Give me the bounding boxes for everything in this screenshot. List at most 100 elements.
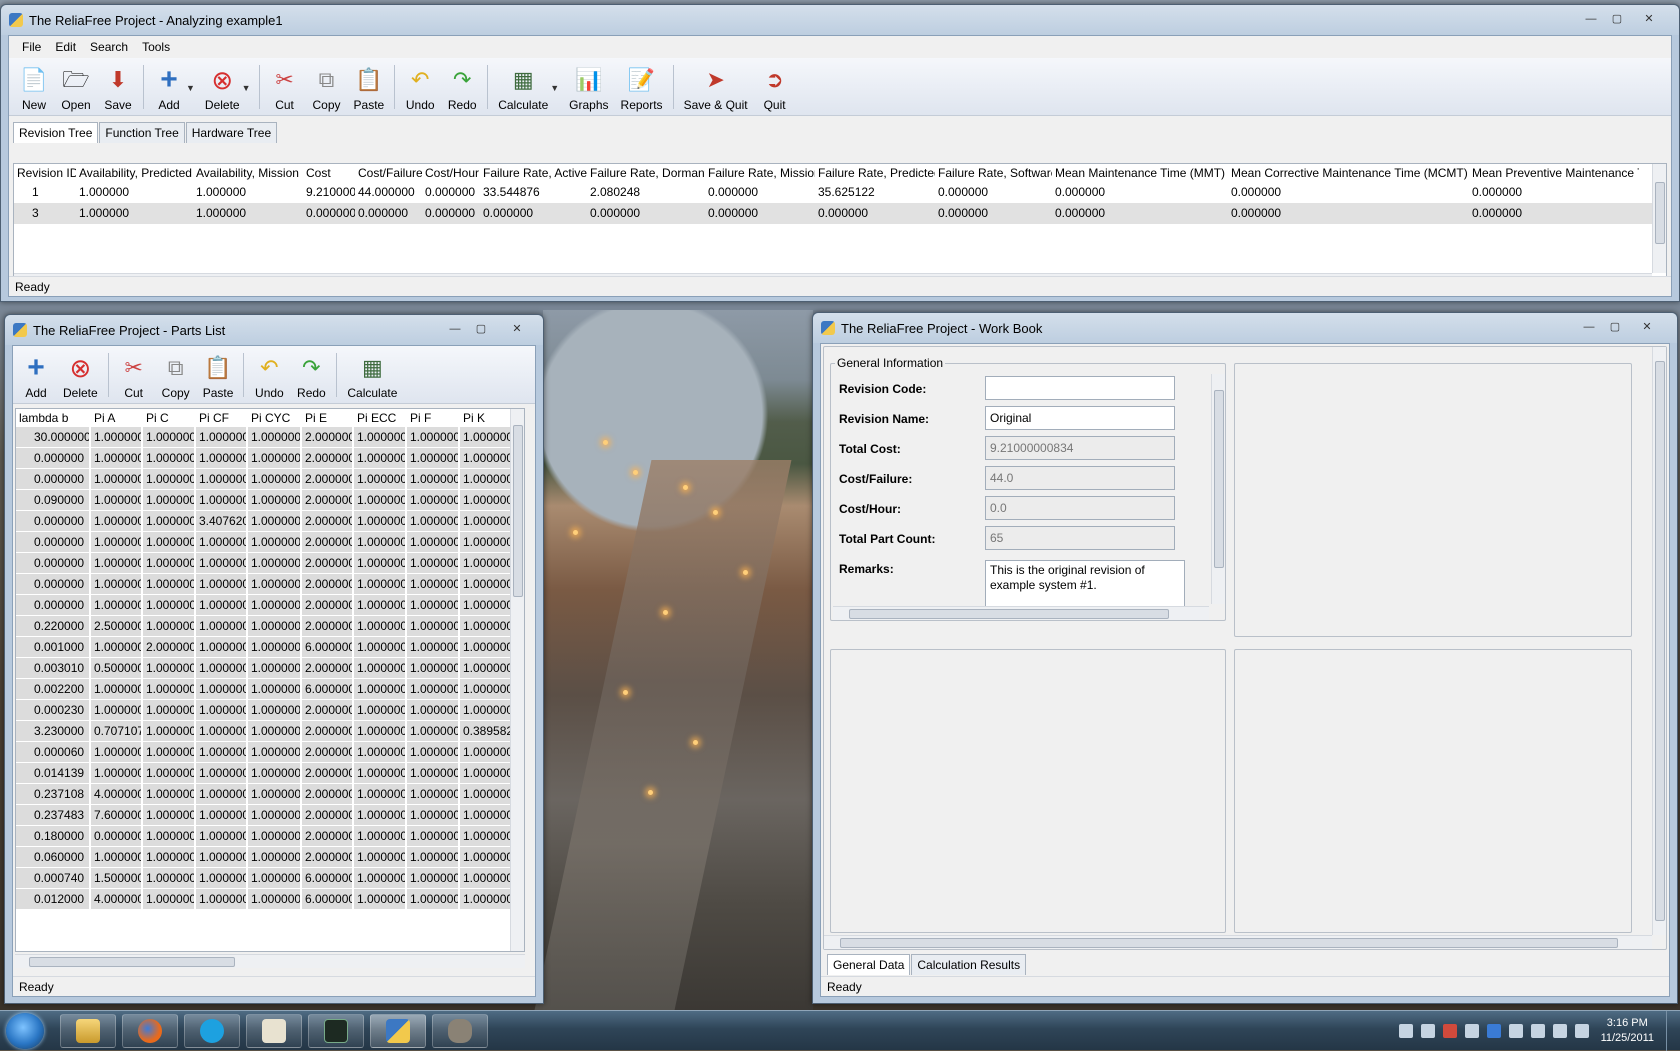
table-row[interactable]: 0.012000 4.000000 1.000000 1.000000 1.000000… xyxy=(16,889,524,910)
taskbar-python[interactable] xyxy=(370,1014,426,1048)
tray-icon[interactable] xyxy=(1420,1024,1435,1038)
table-cell[interactable]: 1.000000 xyxy=(248,826,302,847)
table-row[interactable]: 1 1.000000 1.000000 9.210000 44.000000 0.0000… xyxy=(14,182,1666,203)
table-cell[interactable]: 1.000000 xyxy=(196,490,248,511)
table-cell[interactable]: 1.000000 xyxy=(91,490,143,511)
table-cell[interactable]: 1.000000 xyxy=(196,553,248,574)
network-icon[interactable] xyxy=(1552,1024,1567,1038)
table-cell[interactable]: 1.000000 xyxy=(407,763,460,784)
column-header[interactable]: Failure Rate, Active xyxy=(480,164,587,182)
table-cell[interactable]: 1.000000 xyxy=(196,721,248,742)
table-cell[interactable]: 1.000000 xyxy=(354,826,407,847)
table-cell[interactable]: 1.000000 xyxy=(91,574,143,595)
table-cell[interactable]: 1.000000 xyxy=(91,637,143,658)
workbook-vscroll[interactable] xyxy=(1652,347,1666,935)
table-cell[interactable]: 1.000000 xyxy=(196,448,248,469)
table-cell[interactable]: 1.000000 xyxy=(91,742,143,763)
table-cell[interactable]: 1 xyxy=(14,182,76,203)
table-cell[interactable]: 30.000000 xyxy=(16,427,91,448)
table-cell[interactable]: 0.090000 xyxy=(16,490,91,511)
column-header[interactable]: Failure Rate, Dormant xyxy=(587,164,705,182)
table-cell[interactable]: 0.220000 xyxy=(16,616,91,637)
table-cell[interactable]: 1.000000 xyxy=(143,679,196,700)
table-cell[interactable]: 2.000000 xyxy=(143,637,196,658)
column-header[interactable]: Pi CF xyxy=(196,409,248,427)
maximize-button[interactable]: ▢ xyxy=(1605,11,1629,27)
table-cell[interactable]: 35.625122 xyxy=(815,182,935,203)
taskbar-terminal[interactable] xyxy=(308,1014,364,1048)
table-cell[interactable]: 0.237483 xyxy=(16,805,91,826)
table-cell[interactable]: 1.000000 xyxy=(407,889,460,910)
table-row[interactable]: 0.000000 1.000000 1.000000 1.000000 1.000000… xyxy=(16,553,524,574)
table-cell[interactable]: 1.000000 xyxy=(460,511,512,532)
cut-button[interactable]: ✂ Cut xyxy=(264,65,306,115)
table-cell[interactable]: 1.000000 xyxy=(407,511,460,532)
column-header[interactable]: Pi E xyxy=(302,409,354,427)
table-cell[interactable]: 1.000000 xyxy=(196,826,248,847)
table-cell[interactable]: 1.000000 xyxy=(143,490,196,511)
table-row[interactable]: 0.000000 1.000000 1.000000 1.000000 1.000000… xyxy=(16,448,524,469)
table-cell[interactable]: 1.000000 xyxy=(143,553,196,574)
table-cell[interactable]: 1.000000 xyxy=(354,868,407,889)
table-cell[interactable]: 44.000000 xyxy=(355,182,422,203)
table-cell[interactable]: 1.000000 xyxy=(354,616,407,637)
scroll-thumb[interactable] xyxy=(29,957,235,967)
table-cell[interactable]: 1.000000 xyxy=(354,784,407,805)
parts-window-titlebar[interactable]: The ReliaFree Project - Parts List — ▢ ✕ xyxy=(5,315,543,345)
table-row[interactable]: 0.090000 1.000000 1.000000 1.000000 1.000000… xyxy=(16,490,524,511)
table-cell[interactable]: 0.003010 xyxy=(16,658,91,679)
table-cell[interactable]: 1.000000 xyxy=(248,616,302,637)
table-cell[interactable]: 9.210000 xyxy=(303,182,355,203)
table-cell[interactable]: 1.000000 xyxy=(248,658,302,679)
table-cell[interactable]: 1.000000 xyxy=(196,868,248,889)
table-cell[interactable]: 1.000000 xyxy=(248,574,302,595)
main-window-titlebar[interactable]: The ReliaFree Project - Analyzing exampl… xyxy=(1,5,1679,35)
table-cell[interactable]: 2.000000 xyxy=(302,574,354,595)
save-button[interactable]: ⬇ Save xyxy=(97,65,139,115)
table-row[interactable]: 30.000000 1.000000 1.000000 1.000000 1.00000… xyxy=(16,427,524,448)
table-cell[interactable]: 0.000000 xyxy=(587,203,705,224)
general-info-vscroll[interactable] xyxy=(1211,374,1225,604)
table-cell[interactable]: 1.000000 xyxy=(407,469,460,490)
table-cell[interactable]: 0.000000 xyxy=(16,532,91,553)
table-cell[interactable]: 3.230000 xyxy=(16,721,91,742)
table-row[interactable]: 0.220000 2.500000 1.000000 1.000000 1.000000… xyxy=(16,616,524,637)
table-cell[interactable]: 1.000000 xyxy=(354,658,407,679)
graphs-button[interactable]: 📊 Graphs xyxy=(563,65,614,115)
table-cell[interactable]: 1.000000 xyxy=(143,511,196,532)
table-cell[interactable]: 1.000000 xyxy=(248,469,302,490)
table-cell[interactable]: 2.080248 xyxy=(587,182,705,203)
table-cell[interactable]: 1.000000 xyxy=(196,595,248,616)
table-cell[interactable]: 1.000000 xyxy=(354,511,407,532)
table-cell[interactable]: 1.000000 xyxy=(407,448,460,469)
calculate-dropdown-arrow[interactable]: ▼ xyxy=(550,83,559,93)
table-cell[interactable]: 0.000740 xyxy=(16,868,91,889)
table-cell[interactable]: 1.000000 xyxy=(196,469,248,490)
table-cell[interactable]: 1.000000 xyxy=(407,658,460,679)
table-row[interactable]: 0.003010 0.500000 1.000000 1.000000 1.000000… xyxy=(16,658,524,679)
table-cell[interactable]: 1.000000 xyxy=(407,427,460,448)
table-cell[interactable]: 1.000000 xyxy=(143,721,196,742)
table-cell[interactable]: 0.001000 xyxy=(16,637,91,658)
table-cell[interactable]: 0.000000 xyxy=(91,826,143,847)
table-cell[interactable]: 1.000000 xyxy=(143,700,196,721)
close-button[interactable]: ✕ xyxy=(505,321,529,337)
table-cell[interactable]: 1.000000 xyxy=(460,889,512,910)
table-cell[interactable]: 1.000000 xyxy=(91,448,143,469)
cut-button[interactable]: ✂ Cut xyxy=(113,353,155,403)
column-header[interactable]: Pi C xyxy=(143,409,196,427)
table-cell[interactable]: 0.060000 xyxy=(16,847,91,868)
table-cell[interactable]: 2.000000 xyxy=(302,700,354,721)
table-cell[interactable]: 1.000000 xyxy=(460,784,512,805)
scroll-thumb[interactable] xyxy=(513,425,523,597)
table-cell[interactable]: 1.000000 xyxy=(354,637,407,658)
table-cell[interactable]: 0.000000 xyxy=(16,574,91,595)
table-cell[interactable]: 1.000000 xyxy=(407,553,460,574)
workbook-window-titlebar[interactable]: The ReliaFree Project - Work Book — ▢ ✕ xyxy=(813,313,1677,343)
table-cell[interactable]: 1.000000 xyxy=(143,658,196,679)
table-cell[interactable]: 1.000000 xyxy=(354,763,407,784)
table-cell[interactable]: 1.000000 xyxy=(196,700,248,721)
table-cell[interactable]: 1.000000 xyxy=(248,427,302,448)
table-cell[interactable]: 1.000000 xyxy=(91,847,143,868)
minimize-button[interactable]: — xyxy=(1577,319,1601,335)
